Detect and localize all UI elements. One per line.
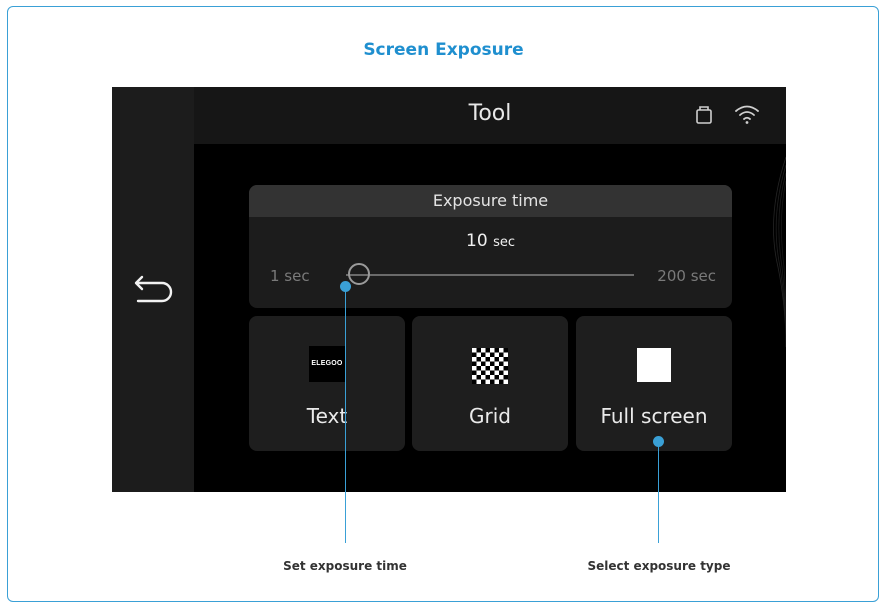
tile-label-grid: Grid xyxy=(469,404,511,428)
exposure-value-unit: sec xyxy=(493,235,515,250)
exposure-value-number: 10 xyxy=(466,231,488,251)
checkerboard-icon xyxy=(472,348,508,384)
exposure-slider-thumb[interactable] xyxy=(347,263,370,285)
exposure-type-full-screen-button[interactable]: Full screen xyxy=(576,316,732,451)
callout-line-exposure-type xyxy=(658,442,659,543)
elegoo-logo-icon: ELEGOO xyxy=(309,346,345,382)
slider-min-label: 1 sec xyxy=(270,267,310,285)
device-screen: Tool Exposure time 10 sec 1 sec 200 sec … xyxy=(112,87,786,492)
white-square-icon xyxy=(637,348,671,382)
wave-decoration xyxy=(773,157,786,347)
tile-label-full-screen: Full screen xyxy=(600,404,708,428)
left-rail xyxy=(112,87,194,492)
back-arrow-icon xyxy=(134,275,173,303)
slider-max-label: 200 sec xyxy=(657,267,716,285)
top-bar: Tool xyxy=(194,87,786,144)
back-button[interactable] xyxy=(128,267,178,317)
figure-heading: Screen Exposure xyxy=(363,40,524,60)
wifi-icon xyxy=(735,105,759,124)
exposure-time-header: Exposure time xyxy=(249,185,732,217)
exposure-time-panel: Exposure time 10 sec 1 sec 200 sec xyxy=(249,185,732,308)
exposure-type-grid-button[interactable]: Grid xyxy=(412,316,568,451)
exposure-slider-track[interactable] xyxy=(346,274,634,276)
tile-label-text: Text xyxy=(306,404,348,428)
callout-line-exposure-time xyxy=(345,287,346,543)
usb-storage-icon xyxy=(696,106,712,124)
exposure-time-value: 10 sec xyxy=(249,231,732,251)
callout-label-set-exposure-time: Set exposure time xyxy=(283,559,407,573)
exposure-type-text-button[interactable]: ELEGOO Text xyxy=(249,316,405,451)
callout-label-select-exposure-type: Select exposure type xyxy=(587,559,731,573)
